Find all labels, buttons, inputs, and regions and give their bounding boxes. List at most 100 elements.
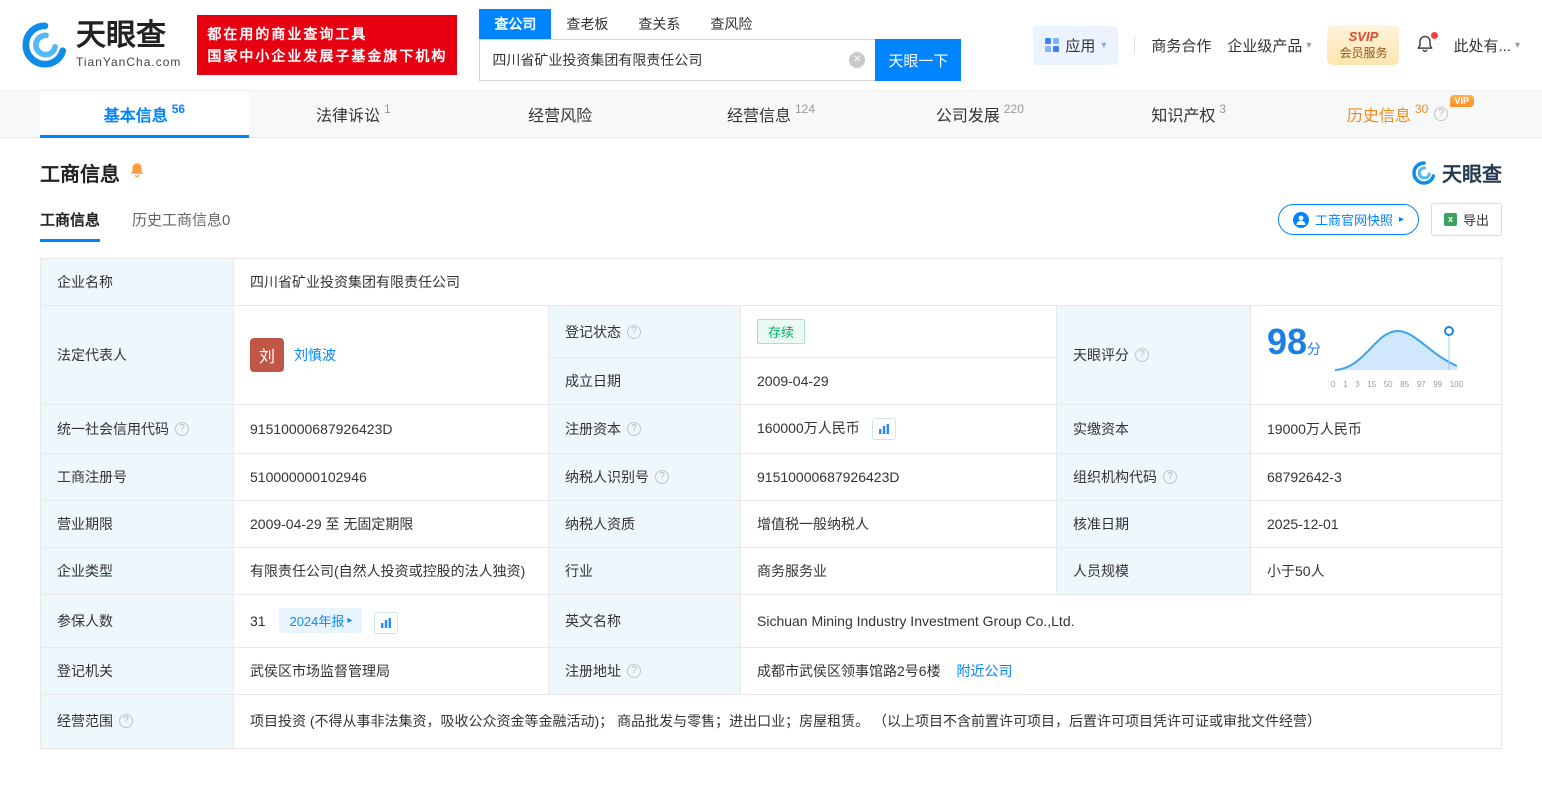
- score-axis-label: 85: [1400, 379, 1410, 389]
- arrow-right-icon: ▸: [347, 615, 353, 627]
- tab-basic-info[interactable]: 基本信息 56: [40, 91, 249, 138]
- official-snapshot-button[interactable]: 工商官网快照 ▸: [1277, 204, 1419, 235]
- tab-intellectual-property[interactable]: 知识产权 3: [1084, 91, 1293, 137]
- search-tab-relation[interactable]: 查关系: [623, 9, 695, 39]
- help-icon[interactable]: ?: [655, 470, 669, 485]
- legal-rep-cell: 刘 刘慎波: [233, 305, 549, 405]
- tab-label: 基本信息: [103, 108, 168, 125]
- score-distribution-chart: 0 1 3 15 50 85 97 99 100: [1331, 324, 1463, 389]
- business-scope-label-cell: 经营范围?: [40, 693, 234, 749]
- business-cooperation-link[interactable]: 商务合作: [1151, 35, 1211, 56]
- chevron-down-icon: ▾: [1514, 39, 1520, 51]
- search-input[interactable]: [479, 39, 876, 81]
- export-label: 导出: [1462, 213, 1489, 228]
- section-header: 工商信息 天眼查: [40, 158, 1502, 187]
- subscribe-bell-icon[interactable]: [128, 161, 146, 184]
- reg-authority-value: 武侯区市场监督管理局: [233, 646, 549, 695]
- snapshot-icon: [1292, 211, 1309, 228]
- help-icon[interactable]: ?: [119, 714, 133, 729]
- taxpayer-id-label: 纳税人识别号: [565, 469, 649, 486]
- reg-status-cell: 存续: [740, 305, 1057, 358]
- svip-service-label: 会员服务: [1339, 45, 1388, 60]
- tab-legal-litigation[interactable]: 法律诉讼 1: [249, 91, 458, 137]
- row-business-term: 营业期限 2009-04-29 至 无固定期限 纳税人资质 增值税一般纳税人 核…: [40, 500, 1502, 549]
- help-icon[interactable]: ?: [627, 422, 641, 437]
- snapshot-label: 工商官网快照: [1314, 213, 1393, 228]
- annual-report-label: 2024年报: [289, 614, 345, 630]
- nearby-companies-link[interactable]: 附近公司: [956, 663, 1012, 679]
- annual-report-badge[interactable]: 2024年报 ▸: [279, 608, 363, 634]
- user-account-menu[interactable]: 此处有... ▾: [1453, 35, 1520, 56]
- tab-label: 公司发展: [935, 108, 1000, 125]
- help-icon[interactable]: ?: [1135, 348, 1149, 362]
- taxpayer-id-label-cell: 纳税人识别号?: [548, 453, 741, 502]
- help-icon[interactable]: ?: [1434, 107, 1449, 121]
- org-code-value: 68792642-3: [1250, 453, 1502, 502]
- row-legal-rep: 法定代表人 刘 刘慎波 登记状态? 存续 天眼评分? 98分 0 1 3 15 …: [40, 305, 1502, 405]
- row-reg-number: 工商注册号 510000000102946 纳税人识别号? 9151000068…: [40, 453, 1502, 502]
- reg-authority-label: 登记机关: [40, 646, 234, 695]
- insured-detail-icon[interactable]: [374, 611, 399, 634]
- notification-dot: [1431, 32, 1439, 39]
- legal-rep-link[interactable]: 刘慎波: [294, 345, 336, 365]
- svip-label: SVIP: [1348, 29, 1379, 45]
- help-icon[interactable]: ?: [627, 663, 641, 678]
- tianyancha-logo-icon: [22, 22, 67, 68]
- company-type-value: 有限责任公司(自然人投资或控股的法人独资): [233, 547, 549, 596]
- row-company-type: 企业类型 有限责任公司(自然人投资或控股的法人独资) 行业 商务服务业 人员规模…: [40, 547, 1502, 596]
- approval-date-label: 核准日期: [1056, 500, 1251, 549]
- reg-status-label: 登记状态: [565, 323, 621, 340]
- insured-cell: 31 2024年报 ▸: [233, 594, 549, 648]
- tab-label: 知识产权: [1151, 108, 1216, 125]
- export-button[interactable]: x 导出: [1430, 203, 1502, 236]
- score-axis-label: 15: [1367, 379, 1377, 389]
- help-icon[interactable]: ?: [1163, 470, 1177, 485]
- business-scope-value: 项目投资 (不得从事非法集资，吸收公众资金等金融活动)； 商品批发与零售；进出口…: [233, 693, 1502, 749]
- score-axis-label: 0: [1331, 379, 1336, 389]
- search-tab-risk[interactable]: 查风险: [695, 9, 767, 39]
- subtab-label: 历史工商信息: [132, 212, 223, 229]
- tab-company-development[interactable]: 公司发展 220: [875, 91, 1084, 137]
- search-tab-company[interactable]: 查公司: [479, 9, 552, 39]
- enterprise-product-menu[interactable]: 企业级产品 ▾: [1227, 35, 1311, 56]
- address-label-cell: 注册地址?: [548, 646, 741, 695]
- tab-business-info[interactable]: 经营信息 124: [667, 91, 876, 137]
- taxpayer-quality-label: 纳税人资质: [548, 500, 741, 549]
- capital-detail-icon[interactable]: [871, 418, 896, 441]
- help-icon[interactable]: ?: [627, 324, 641, 339]
- promo-line-1: 都在用的商业查询工具: [207, 25, 368, 42]
- tab-count: 56: [171, 102, 186, 116]
- chevron-down-icon: ▾: [1306, 39, 1312, 51]
- tab-history-info[interactable]: 历史信息 30 ? VIP: [1293, 91, 1502, 137]
- taxpayer-quality-value: 增值税一般纳税人: [740, 500, 1057, 549]
- industry-label: 行业: [548, 547, 741, 596]
- svip-membership-button[interactable]: SVIP 会员服务: [1327, 25, 1400, 65]
- subtab-business-info[interactable]: 工商信息: [40, 209, 101, 242]
- address-cell: 成都市武侯区领事馆路2号6楼 附近公司: [740, 646, 1502, 695]
- reg-capital-value: 160000万人民币: [757, 420, 860, 436]
- company-nav-tabs: 基本信息 56 法律诉讼 1 经营风险 经营信息 124 公司发展 220 知识…: [0, 90, 1542, 138]
- notification-bell-button[interactable]: [1415, 32, 1439, 56]
- app-menu-button[interactable]: 应用 ▾: [1033, 25, 1119, 65]
- taxpayer-id-value: 91510000687926423D: [740, 453, 1057, 502]
- tab-label: 法律诉讼: [315, 108, 380, 125]
- search-button[interactable]: 天眼一下: [875, 39, 962, 81]
- score-label-cell: 天眼评分?: [1056, 305, 1251, 405]
- industry-value: 商务服务业: [740, 547, 1057, 596]
- establish-date-label: 成立日期: [548, 357, 741, 405]
- legal-rep-avatar[interactable]: 刘: [250, 338, 284, 372]
- score-axis: 0 1 3 15 50 85 97 99 100: [1331, 380, 1463, 389]
- subtab-history-business-info[interactable]: 历史工商信息0: [132, 209, 230, 230]
- insured-label: 参保人数: [40, 594, 234, 648]
- score-axis-label: 3: [1355, 379, 1360, 389]
- staff-size-value: 小于50人: [1250, 547, 1502, 596]
- search-tab-boss[interactable]: 查老板: [551, 9, 623, 39]
- business-term-label: 营业期限: [40, 500, 234, 549]
- tianyancha-logo[interactable]: 天眼查 TianYanCha.com: [22, 21, 181, 69]
- tab-operation-risk[interactable]: 经营风险: [458, 91, 667, 137]
- help-icon[interactable]: ?: [175, 422, 189, 437]
- score-label: 天眼评分: [1073, 347, 1129, 363]
- reg-capital-label: 注册资本: [565, 421, 621, 438]
- score-cell: 98分 0 1 3 15 50 85 97 99 100: [1250, 305, 1502, 405]
- business-scope-label: 经营范围: [57, 713, 113, 730]
